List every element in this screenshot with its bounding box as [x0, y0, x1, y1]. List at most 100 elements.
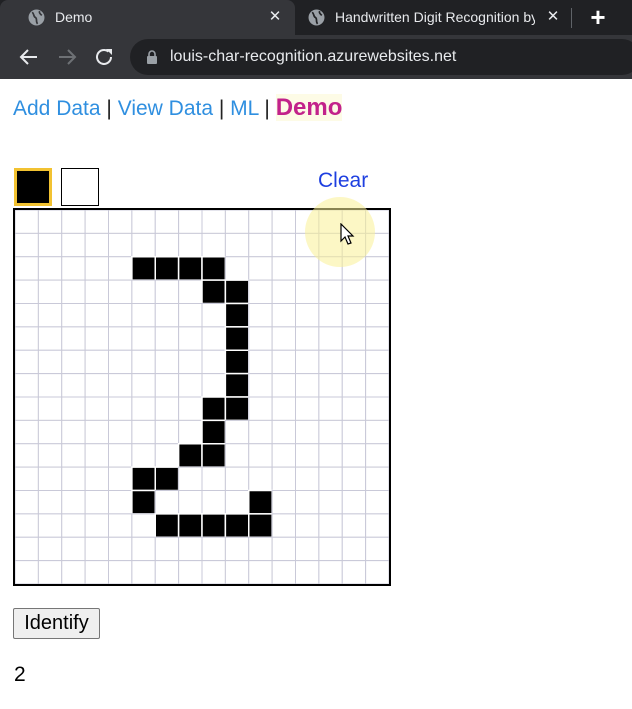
grid-cell[interactable] — [318, 303, 343, 328]
grid-cell[interactable] — [271, 349, 296, 375]
grid-cell[interactable] — [108, 490, 133, 515]
grid-cell[interactable] — [84, 210, 109, 234]
lock-icon[interactable] — [146, 50, 158, 64]
grid-cell[interactable] — [248, 210, 273, 234]
grid-cell[interactable] — [248, 279, 273, 304]
grid-cell[interactable] — [15, 303, 39, 328]
grid-cell[interactable] — [108, 232, 133, 258]
grid-cell[interactable] — [318, 396, 343, 421]
grid-cell[interactable] — [341, 326, 367, 351]
grid-cell[interactable] — [318, 536, 343, 562]
grid-cell[interactable] — [15, 396, 39, 421]
grid-cell[interactable] — [178, 560, 203, 584]
grid-cell[interactable] — [271, 513, 296, 538]
grid-cell[interactable] — [341, 560, 367, 584]
new-tab-icon[interactable]: + — [584, 4, 612, 32]
grid-cell[interactable] — [37, 373, 63, 398]
grid-cell[interactable] — [15, 326, 39, 351]
grid-cell[interactable] — [248, 466, 273, 491]
grid-cell[interactable] — [178, 303, 203, 328]
grid-cell[interactable] — [341, 466, 367, 491]
grid-cell[interactable] — [84, 256, 109, 281]
reload-icon[interactable] — [92, 45, 116, 69]
grid-cell[interactable] — [108, 396, 133, 421]
grid-cell[interactable] — [108, 419, 133, 445]
grid-cell[interactable] — [178, 232, 203, 258]
grid-cell[interactable] — [61, 256, 86, 281]
grid-cell[interactable] — [224, 466, 250, 491]
grid-cell[interactable] — [201, 560, 226, 584]
grid-cell[interactable] — [154, 279, 180, 304]
grid-cell[interactable] — [84, 490, 109, 515]
grid-cell[interactable] — [15, 349, 39, 375]
grid-cell[interactable] — [84, 303, 109, 328]
grid-cell[interactable] — [341, 303, 367, 328]
grid-cell[interactable] — [154, 419, 180, 445]
grid-cell[interactable] — [295, 536, 320, 562]
grid-cell[interactable] — [271, 466, 296, 491]
grid-cell[interactable] — [131, 326, 156, 351]
grid-cell[interactable] — [271, 419, 296, 445]
grid-cell[interactable] — [365, 513, 389, 538]
grid-cell[interactable] — [201, 232, 226, 258]
grid-cell[interactable] — [271, 232, 296, 258]
grid-cell[interactable] — [15, 560, 39, 584]
grid-cell[interactable] — [154, 490, 180, 515]
nav-link-add-data[interactable]: Add Data — [13, 97, 101, 120]
grid-cell[interactable] — [131, 349, 156, 375]
grid-cell[interactable] — [224, 419, 250, 445]
grid-cell[interactable] — [154, 373, 180, 398]
grid-cell-filled[interactable] — [201, 513, 227, 538]
grid-cell[interactable] — [318, 279, 343, 304]
grid-cell-filled[interactable] — [201, 279, 227, 305]
grid-cell[interactable] — [108, 373, 133, 398]
grid-cell[interactable] — [201, 373, 226, 398]
grid-cell[interactable] — [248, 536, 273, 562]
grid-cell[interactable] — [201, 349, 226, 375]
grid-cell[interactable] — [271, 210, 296, 234]
grid-cell[interactable] — [108, 326, 133, 351]
grid-cell[interactable] — [37, 279, 63, 304]
grid-cell[interactable] — [108, 303, 133, 328]
grid-cell[interactable] — [318, 490, 343, 515]
grid-cell[interactable] — [271, 279, 296, 304]
grid-cell[interactable] — [131, 232, 156, 258]
close-tab-icon[interactable]: ✕ — [266, 8, 284, 26]
grid-cell[interactable] — [201, 210, 226, 234]
grid-cell[interactable] — [201, 326, 226, 351]
grid-cell[interactable] — [154, 536, 180, 562]
grid-cell[interactable] — [154, 210, 180, 234]
grid-cell[interactable] — [108, 279, 133, 304]
grid-cell[interactable] — [248, 396, 273, 421]
grid-cell[interactable] — [84, 232, 109, 258]
grid-cell[interactable] — [84, 560, 109, 584]
grid-cell[interactable] — [295, 373, 320, 398]
grid-cell[interactable] — [248, 560, 273, 584]
grid-cell-filled[interactable] — [224, 302, 250, 328]
grid-cell[interactable] — [224, 256, 250, 281]
grid-cell[interactable] — [271, 373, 296, 398]
grid-cell[interactable] — [84, 396, 109, 421]
grid-cell[interactable] — [84, 419, 109, 445]
grid-cell[interactable] — [341, 513, 367, 538]
grid-cell-filled[interactable] — [154, 256, 180, 281]
grid-cell[interactable] — [365, 560, 389, 584]
grid-cell[interactable] — [61, 466, 86, 491]
grid-cell-filled[interactable] — [201, 419, 227, 445]
grid-cell[interactable] — [318, 443, 343, 468]
grid-cell-filled[interactable] — [177, 513, 203, 538]
grid-cell[interactable] — [318, 513, 343, 538]
grid-cell[interactable] — [131, 536, 156, 562]
grid-cell[interactable] — [37, 513, 63, 538]
grid-cell[interactable] — [201, 466, 226, 491]
grid-cell[interactable] — [61, 443, 86, 468]
grid-cell[interactable] — [37, 303, 63, 328]
grid-cell-filled[interactable] — [131, 466, 156, 492]
back-arrow-icon[interactable] — [17, 45, 41, 69]
grid-cell[interactable] — [37, 490, 63, 515]
grid-cell[interactable] — [341, 279, 367, 304]
grid-cell[interactable] — [108, 349, 133, 375]
grid-cell[interactable] — [341, 419, 367, 445]
grid-cell[interactable] — [224, 560, 250, 584]
grid-cell[interactable] — [131, 419, 156, 445]
